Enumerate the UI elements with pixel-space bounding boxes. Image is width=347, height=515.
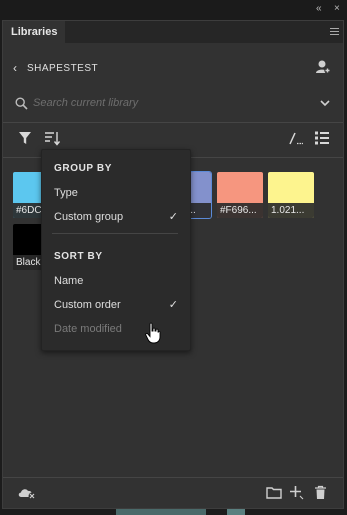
color-swatch[interactable]: #F696... xyxy=(217,172,263,218)
libraries-panel: Libraries ‹ SHAPESTEST Search current li… xyxy=(2,20,344,509)
menu-item-custom-group[interactable]: Custom group ✓ xyxy=(42,206,190,228)
menu-item-name[interactable]: Name xyxy=(42,270,190,292)
menu-item-label: Type xyxy=(54,187,78,199)
tab-libraries[interactable]: Libraries xyxy=(3,21,66,43)
color-swatch[interactable]: 1.021... xyxy=(268,172,314,218)
menu-item-custom-order[interactable]: Custom order ✓ xyxy=(42,294,190,316)
menu-item-label: Custom group xyxy=(54,211,124,223)
menu-item-label: Date modified xyxy=(54,323,122,335)
panel-menu-icon[interactable] xyxy=(330,28,339,37)
background-edge xyxy=(116,509,206,515)
list-view-icon[interactable] xyxy=(315,131,329,145)
sort-icon[interactable] xyxy=(44,131,60,146)
menu-item-date-modified: Date modified xyxy=(42,318,190,340)
menu-item-label: Custom order xyxy=(54,299,121,311)
menu-item-label: Name xyxy=(54,275,84,287)
search-icon xyxy=(15,97,28,110)
add-collaborator-icon[interactable] xyxy=(315,59,331,75)
menu-item-type[interactable]: Type xyxy=(42,182,190,204)
sort-by-heading: SORT BY xyxy=(54,251,103,262)
filter-icon[interactable] xyxy=(18,131,32,145)
folder-icon[interactable] xyxy=(266,486,282,499)
collapse-panels-icon[interactable]: « xyxy=(316,3,322,14)
chevron-down-icon[interactable] xyxy=(319,97,331,109)
search-bar xyxy=(11,93,333,115)
search-input[interactable] xyxy=(33,94,303,112)
background-edge xyxy=(227,509,245,515)
hand-cursor-icon xyxy=(145,322,161,344)
trash-icon[interactable] xyxy=(314,485,327,500)
close-window-icon[interactable]: × xyxy=(334,3,340,14)
edit-view-icon[interactable] xyxy=(289,132,303,145)
checkmark-icon: ✓ xyxy=(168,211,178,223)
group-by-heading: GROUP BY xyxy=(54,163,112,174)
cloud-sync-icon[interactable] xyxy=(17,486,37,500)
sort-group-menu: GROUP BY Type Custom group ✓ SORT BY Nam… xyxy=(41,149,191,351)
add-icon[interactable] xyxy=(289,485,304,500)
menu-separator xyxy=(52,233,178,234)
swatch-label: #F696... xyxy=(217,203,263,218)
back-chevron-icon[interactable]: ‹ xyxy=(13,61,17,75)
panel-tab-bar: Libraries xyxy=(3,21,343,43)
checkmark-icon: ✓ xyxy=(168,299,178,311)
library-name[interactable]: SHAPESTEST xyxy=(27,63,98,74)
panel-footer xyxy=(3,478,343,508)
swatch-label: 1.021... xyxy=(268,203,314,218)
window-top-strip: « × xyxy=(0,0,347,20)
search-divider xyxy=(3,122,343,123)
